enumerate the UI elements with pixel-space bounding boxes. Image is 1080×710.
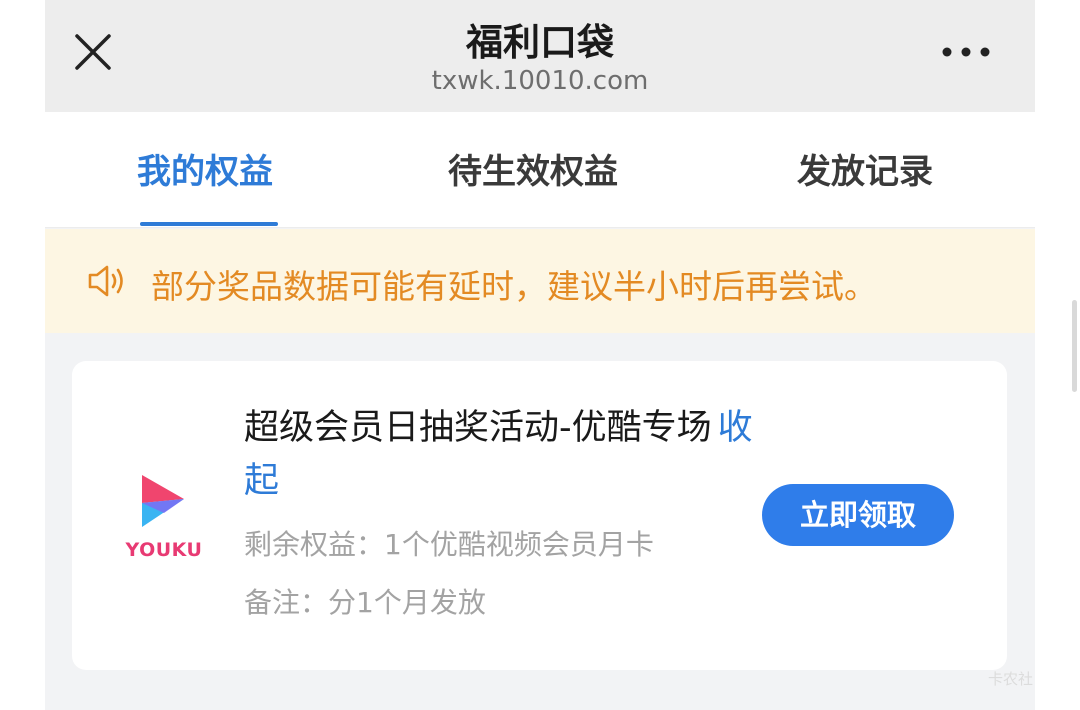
webview: 福利口袋 txwk.10010.com 我的权益 待生效权益 发放记录 部分奖品… [45, 0, 1035, 710]
tab-issue-records[interactable]: 发放记录 [797, 144, 933, 193]
more-button[interactable] [940, 38, 992, 66]
scrollbar[interactable] [1072, 300, 1077, 392]
benefit-title-text: 超级会员日抽奖活动-优酷专场 [244, 408, 712, 448]
youku-logo: YOUKU [124, 469, 204, 561]
active-tab-indicator [140, 222, 278, 226]
page-url: txwk.10010.com [431, 66, 649, 96]
speaker-icon [88, 265, 123, 297]
benefit-card: YOUKU 超级会员日抽奖活动-优酷专场 收起 剩余权益：1个优酷视频会员月卡 备… [72, 361, 1007, 670]
remaining-rights: 剩余权益：1个优酷视频会员月卡 [244, 528, 654, 561]
notice-banner: 部分奖品数据可能有延时，建议半小时后再尝试。 [45, 229, 1035, 333]
tab-pending-rights[interactable]: 待生效权益 [448, 144, 618, 193]
logo-text: YOUKU [125, 539, 203, 561]
title-bar: 福利口袋 txwk.10010.com [45, 0, 1035, 112]
more-dots-icon [942, 47, 990, 57]
tab-my-rights[interactable]: 我的权益 [137, 144, 273, 193]
remark: 备注：分1个月发放 [244, 586, 486, 619]
watermark: 卡农社 [988, 670, 1034, 688]
page-title: 福利口袋 [466, 21, 614, 64]
notice-text: 部分奖品数据可能有延时，建议半小时后再尝试。 [151, 267, 877, 306]
benefit-title: 超级会员日抽奖活动-优酷专场 收起 [244, 402, 754, 508]
claim-button[interactable]: 立即领取 [762, 484, 954, 546]
tab-bar: 我的权益 待生效权益 发放记录 [45, 112, 1035, 228]
